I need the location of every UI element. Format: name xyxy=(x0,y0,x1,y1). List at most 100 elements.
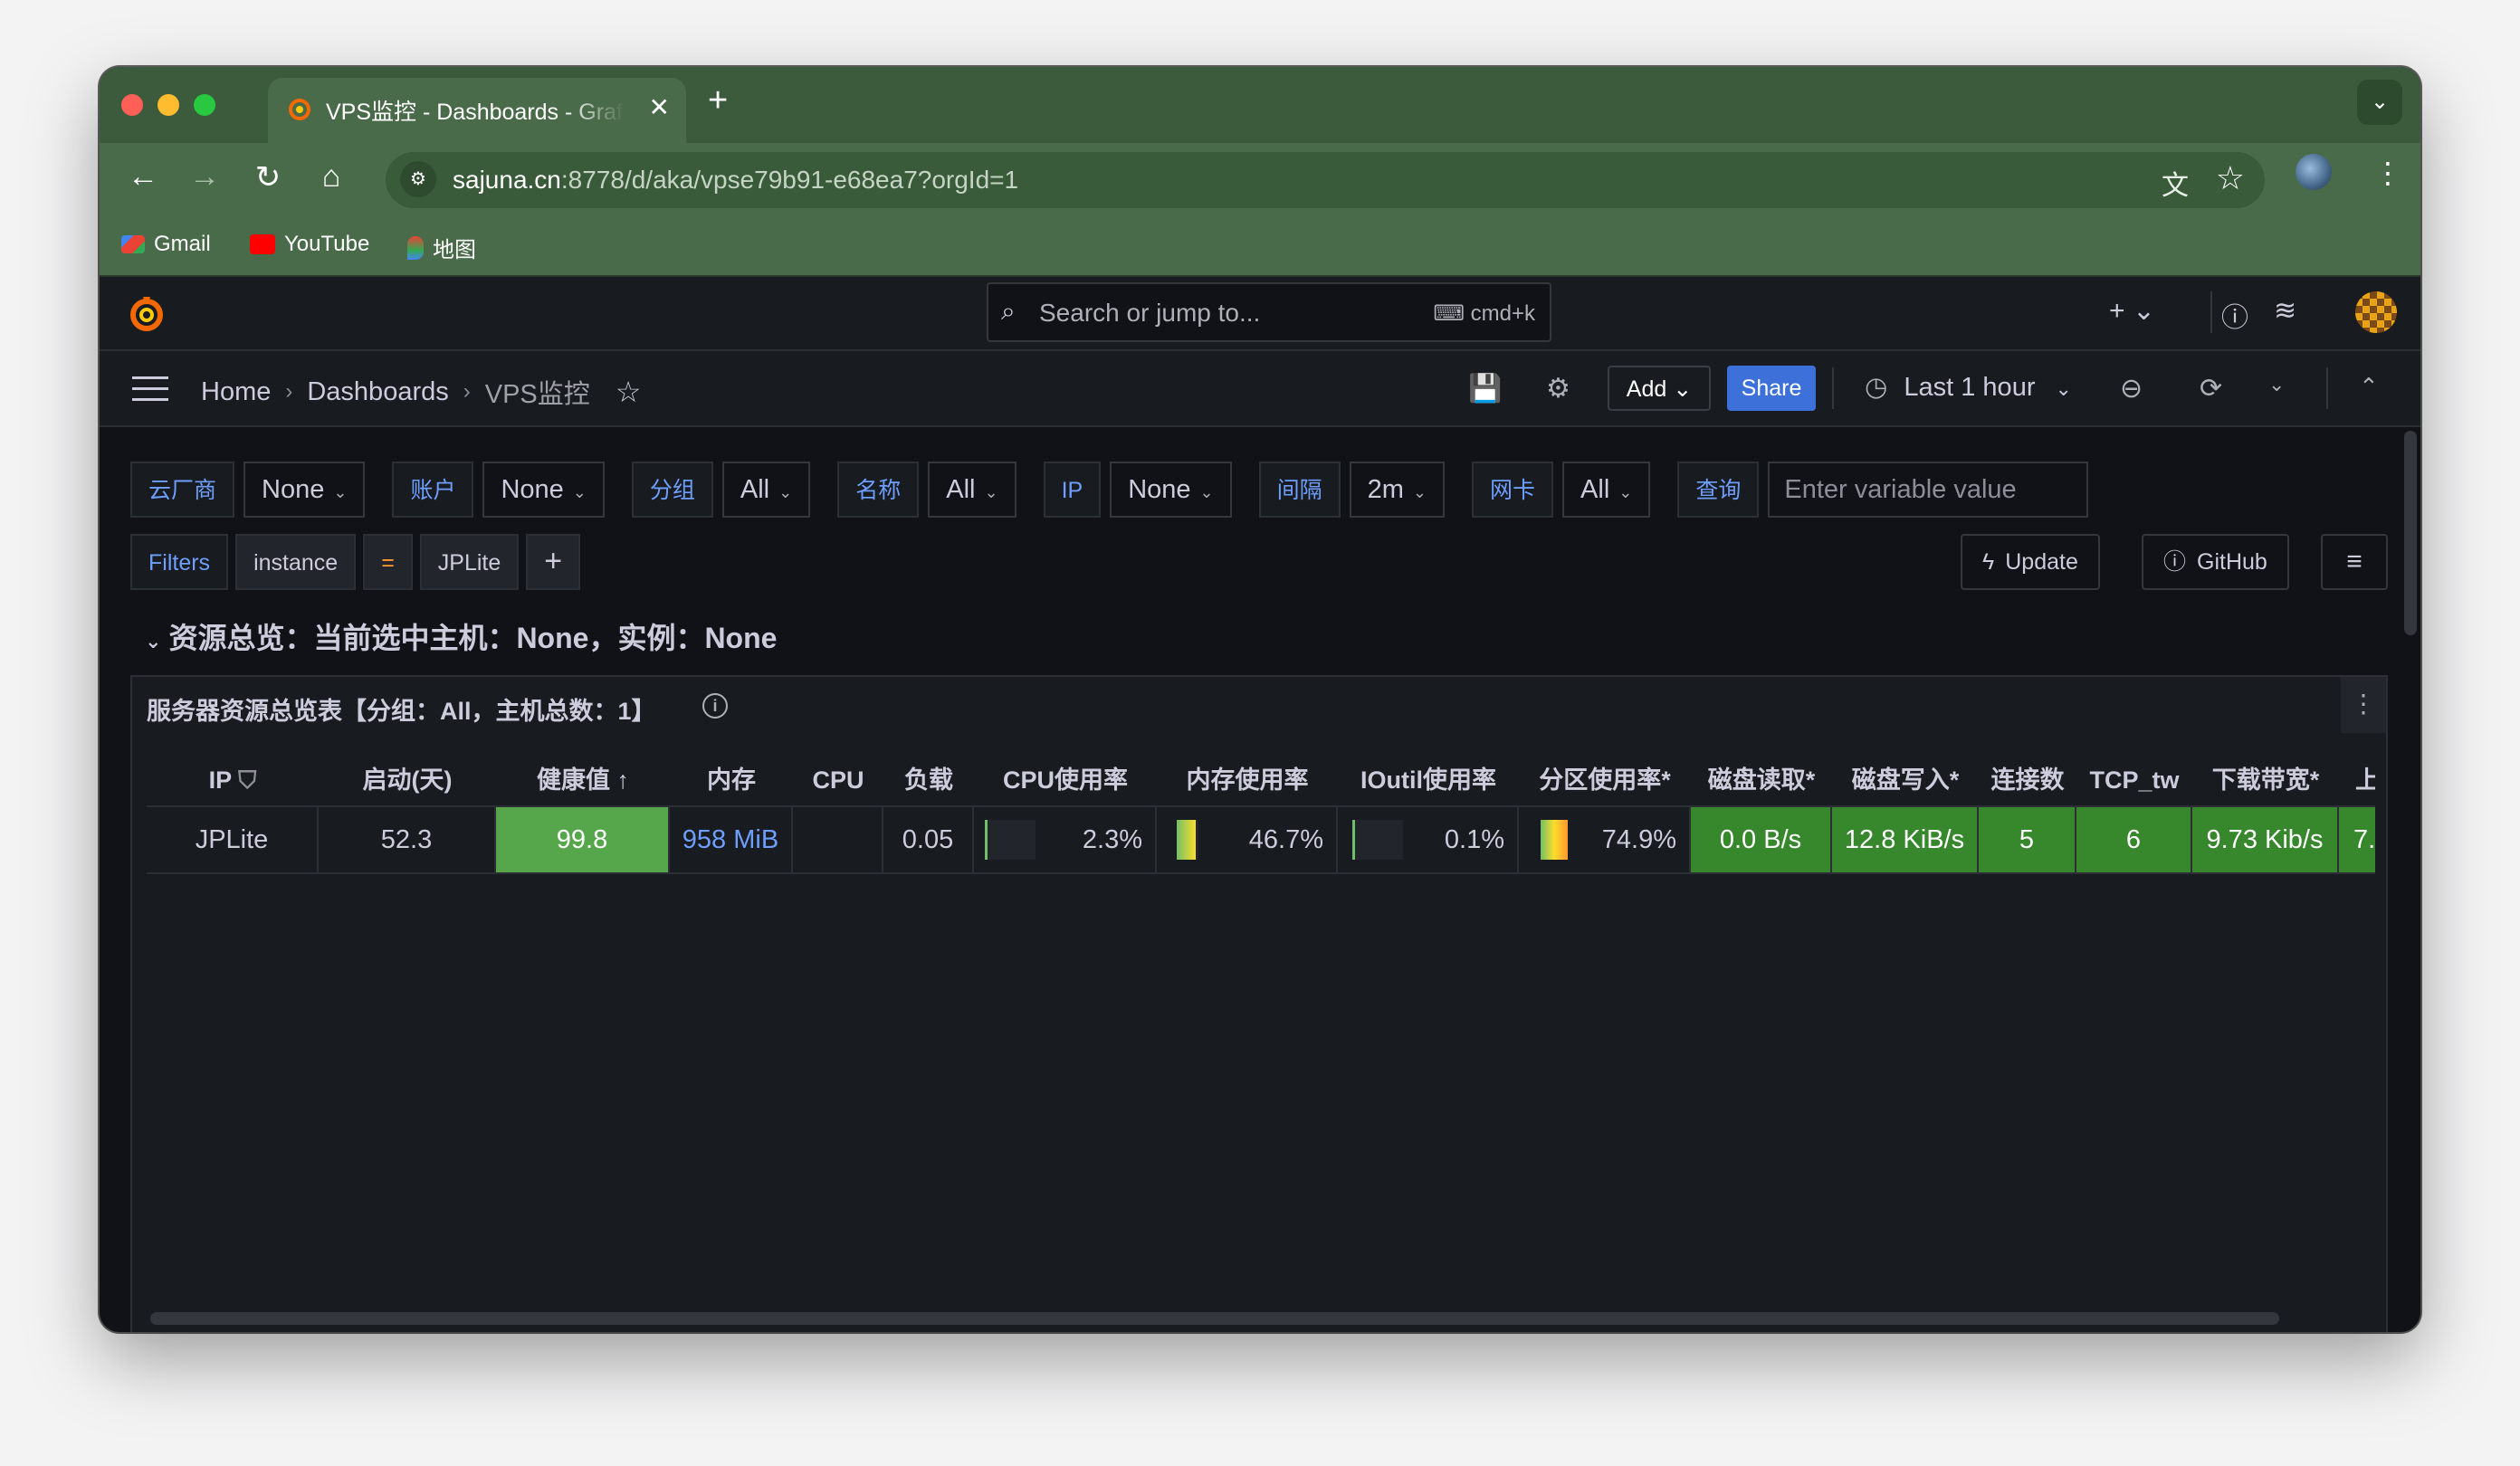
update-button[interactable]: ϟ Update xyxy=(1961,534,2100,590)
home-icon[interactable]: ⌂ xyxy=(311,159,351,195)
chevron-down-icon: ⌄ xyxy=(2055,377,2072,400)
dashboard-content: 云厂商 None ⌄ 账户 None ⌄ 分组 All ⌄ 名称 All ⌄ IP No… xyxy=(100,427,2420,1332)
grafana-logo-icon[interactable] xyxy=(125,291,168,335)
back-icon[interactable]: ← xyxy=(123,159,163,195)
var-name-select[interactable]: All ⌄ xyxy=(928,462,1017,518)
keyboard-shortcut: ⌨ cmd+k xyxy=(1433,301,1535,326)
minimize-window-button[interactable] xyxy=(158,94,179,116)
collapse-up-icon[interactable]: ⌃ xyxy=(2359,373,2379,401)
browser-menu-icon[interactable]: ⋮ xyxy=(2373,156,2402,190)
bookmark-maps[interactable]: 地图 xyxy=(407,232,476,263)
cell-upload: 7.40 xyxy=(2339,807,2375,872)
table-header: IP ⛉ 启动(天) 健康值 ↑ 内存 CPU 负载 CPU使用率 内存使用率 … xyxy=(147,755,2375,807)
refresh-interval-chevron-icon[interactable]: ⌄ xyxy=(2268,373,2285,396)
var-group: 分组 All ⌄ xyxy=(631,462,811,518)
divider xyxy=(2210,291,2212,333)
settings-gear-icon[interactable]: ⚙ xyxy=(1546,373,1570,405)
column-header-disk-write[interactable]: 磁盘写入* xyxy=(1832,755,1979,805)
user-avatar[interactable] xyxy=(2355,291,2397,333)
column-header-tcp-tw[interactable]: TCP_tw xyxy=(2076,755,2192,805)
column-header-upload[interactable]: 上传 xyxy=(2339,755,2375,805)
column-header-ip[interactable]: IP ⛉ xyxy=(147,755,319,805)
panel-info-icon[interactable]: i xyxy=(702,693,728,719)
menu-icon[interactable] xyxy=(132,376,168,409)
dashboard-navbar: Home › Dashboards › VPS监控 ☆ 💾 ⚙ Add ⌄ Sh… xyxy=(100,351,2420,427)
save-icon[interactable]: 💾 xyxy=(1468,373,1502,405)
site-info-icon[interactable]: ⚙ xyxy=(400,161,436,197)
var-group-select[interactable]: All ⌄ xyxy=(721,462,811,518)
bookmark-star-icon[interactable]: ☆ xyxy=(2216,159,2245,197)
filter-icon[interactable]: ⛉ xyxy=(238,766,256,794)
cell-cpu xyxy=(793,807,883,872)
browser-toolbar: ← → ↻ ⌂ ⚙ sajuna.cn:8778/d/aka/vpse79b91… xyxy=(100,143,2420,217)
tab-search-button[interactable]: ⌄ xyxy=(2357,80,2402,125)
cell-health: 99.8 xyxy=(496,807,670,872)
breadcrumb-home[interactable]: Home xyxy=(201,377,271,407)
bookmark-gmail[interactable]: Gmail xyxy=(121,232,211,257)
var-nic-select[interactable]: All ⌄ xyxy=(1562,462,1651,518)
profile-avatar[interactable] xyxy=(2296,154,2332,190)
column-header-mem-usage[interactable]: 内存使用率 xyxy=(1157,755,1338,805)
gauge-fill xyxy=(1177,820,1196,860)
bookmarks-bar: Gmail YouTube 地图 xyxy=(100,217,2420,277)
filter-key[interactable]: instance xyxy=(235,534,357,590)
var-name: 名称 All ⌄ xyxy=(837,462,1017,518)
browser-window: VPS监控 - Dashboards - Grafana ✕ + ⌄ ← → ↻… xyxy=(100,67,2420,1332)
forward-icon[interactable]: → xyxy=(185,159,224,195)
column-header-connections[interactable]: 连接数 xyxy=(1979,755,2076,805)
column-header-load[interactable]: 负载 xyxy=(883,755,974,805)
filter-value[interactable]: JPLite xyxy=(419,534,520,590)
column-header-download[interactable]: 下载带宽* xyxy=(2192,755,2339,805)
chevron-right-icon: › xyxy=(285,379,293,404)
gauge-fill xyxy=(1541,820,1568,860)
refresh-icon[interactable]: ⟳ xyxy=(2200,373,2222,405)
column-header-cpu-usage[interactable]: CPU使用率 xyxy=(974,755,1157,805)
var-provider: 云厂商 None ⌄ xyxy=(130,462,366,518)
horizontal-scrollbar[interactable] xyxy=(150,1312,2279,1325)
news-feed-icon[interactable]: ≋ xyxy=(2274,295,2296,327)
add-button[interactable]: Add ⌄ xyxy=(1608,366,1711,411)
dashboard-links-menu-icon[interactable]: ≡ xyxy=(2321,534,2388,590)
var-ip-select[interactable]: None ⌄ xyxy=(1110,462,1232,518)
cell-memory[interactable]: 958 MiB xyxy=(670,807,793,872)
var-account-select[interactable]: None ⌄ xyxy=(482,462,605,518)
filter-operator[interactable]: = xyxy=(363,534,413,590)
breadcrumb-dashboards[interactable]: Dashboards xyxy=(307,377,448,407)
zoom-out-icon[interactable]: ⊖ xyxy=(2120,373,2143,405)
column-header-disk-read[interactable]: 磁盘读取* xyxy=(1691,755,1832,805)
address-bar[interactable]: ⚙ sajuna.cn:8778/d/aka/vpse79b91-e68ea7?… xyxy=(386,152,2265,208)
new-menu-icon[interactable]: + ⌄ xyxy=(2109,295,2155,327)
row-header[interactable]: ⌄ 资源总览：当前选中主机：None，实例：None xyxy=(145,615,777,657)
column-header-cpu[interactable]: CPU xyxy=(793,755,883,805)
variables-bar: 云厂商 None ⌄ 账户 None ⌄ 分组 All ⌄ 名称 All ⌄ IP No… xyxy=(130,462,2115,518)
share-button[interactable]: Share xyxy=(1727,366,1816,411)
close-tab-icon[interactable]: ✕ xyxy=(649,92,670,122)
reload-icon[interactable]: ↻ xyxy=(248,159,288,195)
bookmark-youtube[interactable]: YouTube xyxy=(250,232,369,257)
column-header-memory[interactable]: 内存 xyxy=(670,755,793,805)
column-header-ioutil[interactable]: IOutil使用率 xyxy=(1338,755,1519,805)
chevron-down-icon: ⌄ xyxy=(572,483,587,501)
column-header-uptime[interactable]: 启动(天) xyxy=(319,755,496,805)
close-window-button[interactable] xyxy=(121,94,143,116)
table-row[interactable]: JPLite 52.3 99.8 958 MiB 0.05 2.3% 46.7% xyxy=(147,807,2375,874)
vertical-scrollbar[interactable] xyxy=(2404,431,2417,635)
help-icon[interactable]: ⓘ xyxy=(2221,295,2248,335)
var-query-input[interactable]: Enter variable value xyxy=(1768,462,2089,518)
search-input[interactable]: ⌕ Search or jump to... ⌨ cmd+k xyxy=(987,282,1551,342)
github-link-button[interactable]: ⓘ GitHub xyxy=(2142,534,2289,590)
add-filter-button[interactable]: + xyxy=(526,534,581,590)
maximize-window-button[interactable] xyxy=(194,94,215,116)
chevron-down-icon: ⌄ xyxy=(145,630,162,652)
column-header-health[interactable]: 健康值 ↑ xyxy=(496,755,670,805)
var-provider-select[interactable]: None ⌄ xyxy=(243,462,366,518)
time-range-picker[interactable]: ◷ Last 1 hour ⌄ xyxy=(1865,371,2072,403)
favorite-star-icon[interactable]: ☆ xyxy=(616,375,642,409)
new-tab-button[interactable]: + xyxy=(708,81,728,120)
browser-tab[interactable]: VPS监控 - Dashboards - Grafana ✕ xyxy=(268,78,686,143)
translate-icon[interactable]: 文 xyxy=(2162,163,2189,203)
column-header-disk-usage[interactable]: 分区使用率* xyxy=(1519,755,1691,805)
cell-download: 9.73 Kib/s xyxy=(2192,807,2339,872)
var-interval-select[interactable]: 2m ⌄ xyxy=(1349,462,1446,518)
panel-menu-icon[interactable]: ⋮ xyxy=(2341,677,2386,733)
